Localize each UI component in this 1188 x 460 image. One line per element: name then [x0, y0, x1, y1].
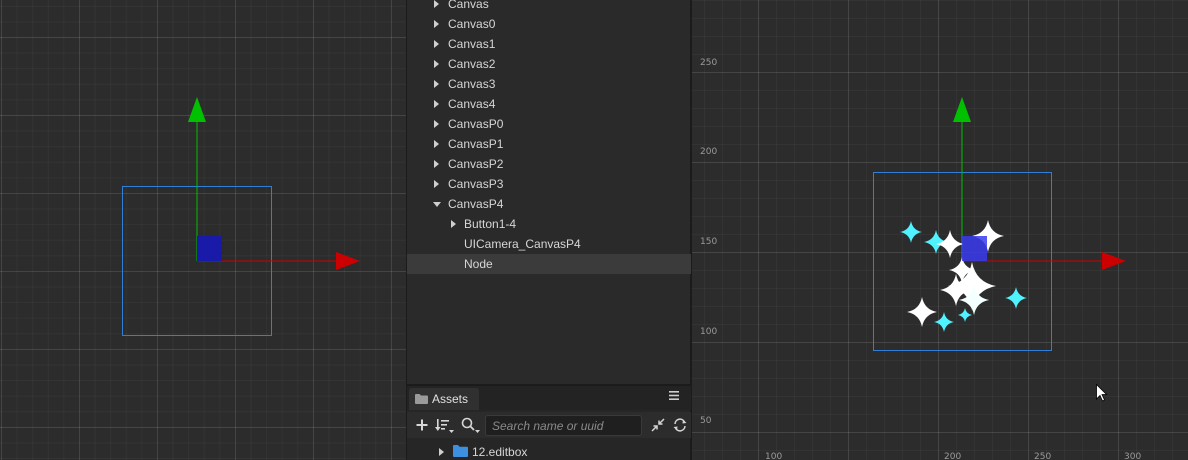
- scene-view-left[interactable]: [0, 0, 406, 460]
- assets-toolbar: [407, 412, 691, 438]
- asset-item-12-editbox[interactable]: 12.editbox: [407, 442, 691, 460]
- expand-arrow-icon[interactable]: [434, 120, 439, 128]
- assets-tab-bar: Assets: [407, 386, 691, 410]
- node-handle-square[interactable]: [197, 236, 222, 261]
- tree-item-label: Canvas3: [448, 77, 496, 91]
- tree-item-canvasp2[interactable]: CanvasP2: [407, 154, 691, 174]
- expand-arrow-icon[interactable]: [434, 20, 439, 28]
- tree-item-uicamera-canvasp4[interactable]: UICamera_CanvasP4: [407, 234, 691, 254]
- expand-arrow-icon[interactable]: [451, 220, 456, 228]
- tree-item-canvasp3[interactable]: CanvasP3: [407, 174, 691, 194]
- search-input[interactable]: [485, 415, 642, 436]
- collapse-arrow-icon[interactable]: [433, 202, 441, 207]
- tree-item-label: Canvas1: [448, 37, 496, 51]
- scene-gizmo-left: [122, 97, 360, 336]
- collapse-all-icon[interactable]: [649, 416, 667, 434]
- tree-item-label: CanvasP1: [448, 137, 504, 151]
- y-axis-arrow-icon[interactable]: [188, 97, 206, 122]
- tree-item-canvas[interactable]: Canvas: [407, 0, 691, 14]
- tree-item-label: CanvasP4: [448, 197, 504, 211]
- tree-item-button1-4[interactable]: Button1-4: [407, 214, 691, 234]
- expand-arrow-icon[interactable]: [439, 448, 444, 456]
- tree-item-label: CanvasP0: [448, 117, 504, 131]
- scene-gizmo-right: [873, 97, 1126, 402]
- node-handle-square[interactable]: [962, 236, 987, 261]
- tree-item-canvas3[interactable]: Canvas3: [407, 74, 691, 94]
- scene-view-right[interactable]: 250 200 150 100 50 100 200 250 300: [692, 0, 1188, 460]
- tree-item-canvasp4[interactable]: CanvasP4: [407, 194, 691, 214]
- tree-item-node[interactable]: Node: [407, 254, 691, 274]
- expand-arrow-icon[interactable]: [434, 0, 439, 8]
- tree-item-label: Canvas2: [448, 57, 496, 71]
- refresh-icon[interactable]: [671, 416, 689, 434]
- tree-item-canvas2[interactable]: Canvas2: [407, 54, 691, 74]
- expand-arrow-icon[interactable]: [434, 100, 439, 108]
- y-axis-arrow-icon[interactable]: [953, 97, 971, 122]
- tree-item-label: CanvasP3: [448, 177, 504, 191]
- expand-arrow-icon[interactable]: [434, 40, 439, 48]
- assets-tab-label: Assets: [432, 392, 469, 406]
- tree-item-label: Node: [464, 257, 493, 271]
- search-filter-icon[interactable]: [460, 416, 482, 434]
- tree-item-canvas1[interactable]: Canvas1: [407, 34, 691, 54]
- expand-arrow-icon[interactable]: [434, 80, 439, 88]
- x-axis-arrow-icon[interactable]: [1102, 252, 1126, 270]
- tree-item-label: Canvas4: [448, 97, 496, 111]
- sort-icon[interactable]: [435, 416, 457, 434]
- asset-item-label: 12.editbox: [472, 445, 528, 459]
- expand-arrow-icon[interactable]: [434, 60, 439, 68]
- mouse-cursor-icon: [1096, 383, 1108, 402]
- expand-arrow-icon[interactable]: [434, 140, 439, 148]
- folder-icon: [415, 394, 428, 404]
- tree-item-label: Button1-4: [464, 217, 517, 231]
- assets-panel: Assets Search name or uuid 12.editbox: [406, 384, 692, 460]
- tree-item-label: Canvas: [448, 0, 489, 11]
- x-axis-arrow-icon[interactable]: [336, 252, 360, 270]
- add-icon[interactable]: [413, 416, 431, 434]
- expand-arrow-icon[interactable]: [434, 160, 439, 168]
- assets-tab[interactable]: Assets: [409, 388, 479, 410]
- folder-icon: [453, 445, 468, 457]
- tree-item-canvasp1[interactable]: CanvasP1: [407, 134, 691, 154]
- tree-item-label: UICamera_CanvasP4: [464, 237, 581, 251]
- tree-item-label: CanvasP2: [448, 157, 504, 171]
- hierarchy-panel: Canvas Canvas0 Canvas1 Canvas2 Canvas3 C…: [406, 0, 692, 384]
- expand-arrow-icon[interactable]: [434, 180, 439, 188]
- tree-item-canvas4[interactable]: Canvas4: [407, 94, 691, 114]
- tree-item-canvas0[interactable]: Canvas0: [407, 14, 691, 34]
- menu-icon[interactable]: [669, 391, 679, 400]
- tree-item-canvasp0[interactable]: CanvasP0: [407, 114, 691, 134]
- tree-item-label: Canvas0: [448, 17, 496, 31]
